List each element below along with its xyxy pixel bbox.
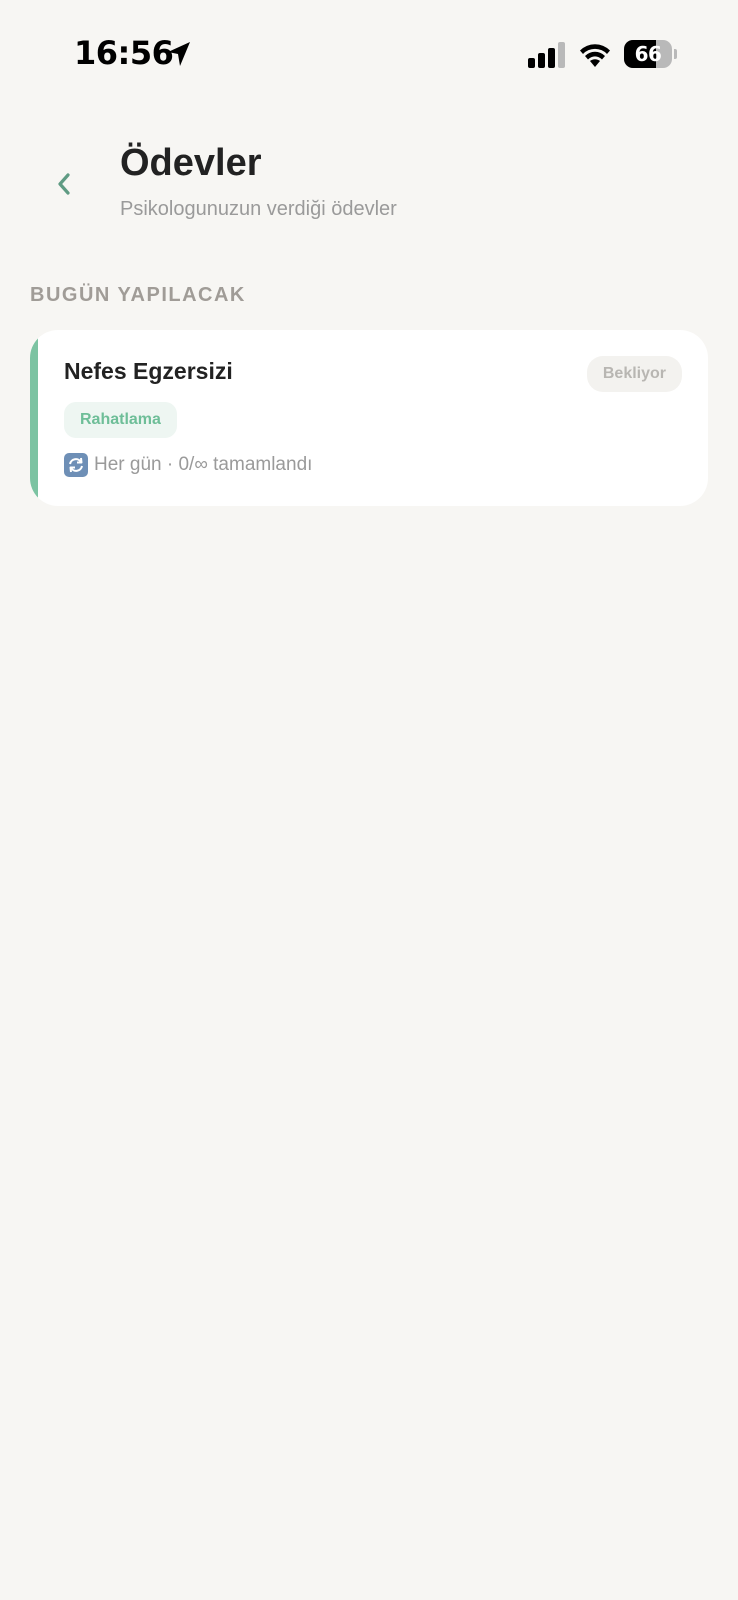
wifi-icon (580, 44, 610, 67)
battery-indicator: 66 (624, 40, 677, 68)
status-bar: 16:56 66 (0, 0, 738, 108)
task-title: Nefes Egzersizi (64, 358, 233, 384)
category-tag: Rahatlama (64, 402, 177, 438)
cellular-signal-icon (528, 42, 565, 68)
chevron-left-icon (58, 173, 70, 195)
task-accent-bar (30, 330, 38, 506)
page-title: Ödevler (120, 142, 262, 184)
repeat-arrows (69, 457, 83, 473)
page-subtitle: Psikologunuzun verdiği ödevler (120, 198, 397, 220)
battery-cap (674, 49, 677, 59)
back-button[interactable] (44, 160, 84, 208)
screen: 16:56 66 Ödevler Psikologunuzun verdiği … (0, 0, 738, 1600)
location-arrow-icon (168, 42, 190, 66)
status-time: 16:56 (74, 34, 174, 72)
repeat-icon (64, 453, 88, 477)
status-badge: Bekliyor (586, 356, 682, 392)
battery-body: 66 (624, 40, 672, 68)
task-frequency-row: Her gün · 0/∞ tamamlandı (64, 452, 312, 478)
task-frequency: Her gün · 0/∞ tamamlandı (94, 454, 313, 475)
section-header-today: BUGÜN YAPILACAK (30, 284, 246, 306)
task-card[interactable]: Nefes Egzersizi Bekliyor Rahatlama Her g… (30, 330, 708, 506)
battery-level: 66 (634, 42, 662, 66)
